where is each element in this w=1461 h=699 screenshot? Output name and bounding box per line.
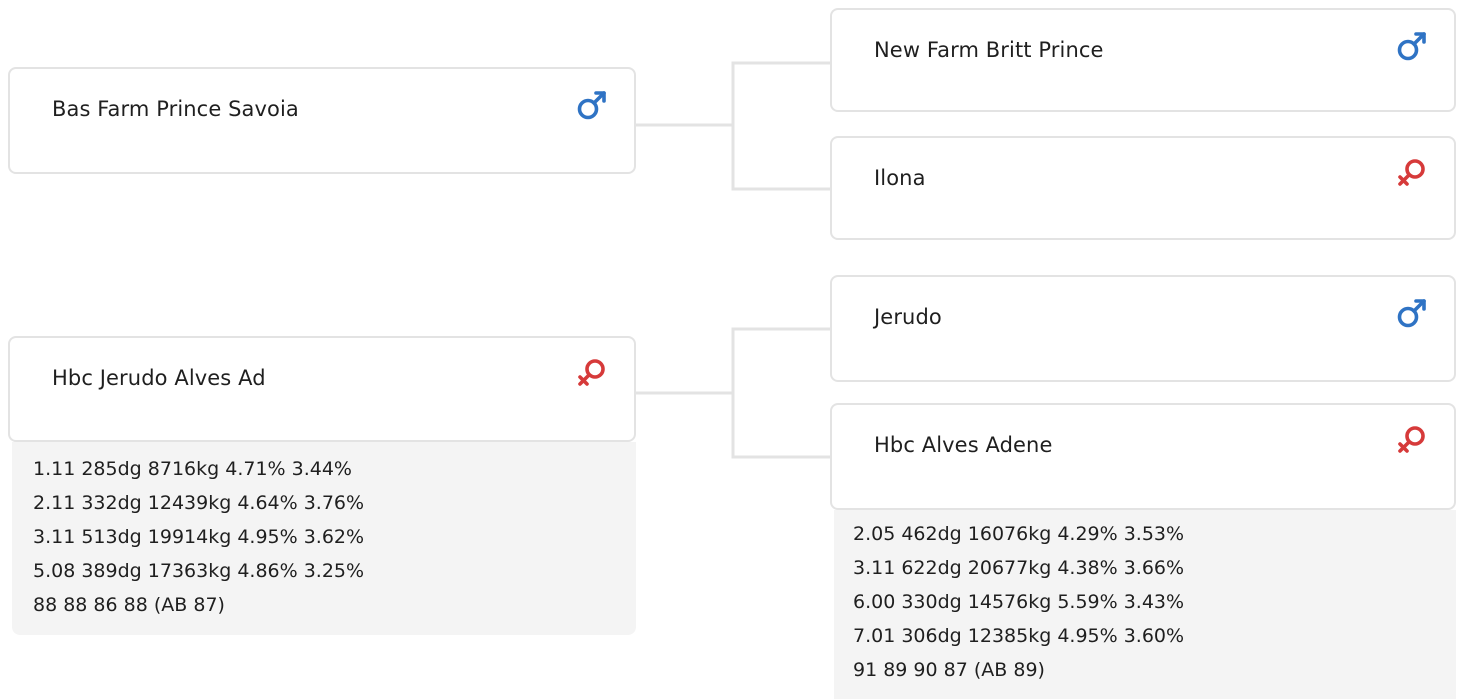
stats-line: 3.11 513dg 19914kg 4.95% 3.62% — [33, 526, 365, 548]
stats-score-line: 91 89 90 87 (AB 89) — [853, 659, 1045, 681]
stats-line: 2.11 332dg 12439kg 4.64% 3.76% — [33, 492, 365, 514]
animal-name: Bas Farm Prince Savoia — [52, 97, 299, 121]
animal-card-sire[interactable]: Bas Farm Prince Savoia — [8, 67, 636, 174]
female-icon — [574, 356, 610, 392]
male-icon — [574, 87, 610, 123]
animal-name: Hbc Alves Adene — [874, 433, 1053, 457]
stats-line: 3.11 622dg 20677kg 4.38% 3.66% — [853, 557, 1185, 579]
dam-dam-lactation-stats: 2.05 462dg 16076kg 4.29% 3.53% 3.11 622d… — [834, 510, 1456, 699]
male-icon — [1394, 28, 1430, 64]
animal-card-dam-dam[interactable]: Hbc Alves Adene — [830, 403, 1456, 510]
animal-name: Jerudo — [874, 305, 942, 329]
female-icon — [1394, 156, 1430, 192]
connector-dam-bracket — [731, 327, 831, 459]
animal-name: Ilona — [874, 166, 926, 190]
stats-line: 7.01 306dg 12385kg 4.95% 3.60% — [853, 625, 1185, 647]
animal-card-sire-sire[interactable]: New Farm Britt Prince — [830, 8, 1456, 112]
stats-score-line: 88 88 86 88 (AB 87) — [33, 594, 225, 616]
animal-card-sire-dam[interactable]: Ilona — [830, 136, 1456, 240]
animal-card-dam-sire[interactable]: Jerudo — [830, 275, 1456, 382]
stats-line: 5.08 389dg 17363kg 4.86% 3.25% — [33, 560, 365, 582]
female-icon — [1394, 423, 1430, 459]
animal-card-dam[interactable]: Hbc Jerudo Alves Ad — [8, 336, 636, 442]
stats-line: 2.05 462dg 16076kg 4.29% 3.53% — [853, 523, 1185, 545]
male-icon — [1394, 295, 1430, 331]
animal-name: Hbc Jerudo Alves Ad — [52, 366, 266, 390]
dam-lactation-stats: 1.11 285dg 8716kg 4.71% 3.44% 2.11 332dg… — [12, 442, 636, 635]
connector-sire-bracket — [731, 61, 831, 191]
stats-line: 1.11 285dg 8716kg 4.71% 3.44% — [33, 458, 352, 480]
animal-name: New Farm Britt Prince — [874, 38, 1104, 62]
stats-line: 6.00 330dg 14576kg 5.59% 3.43% — [853, 591, 1185, 613]
